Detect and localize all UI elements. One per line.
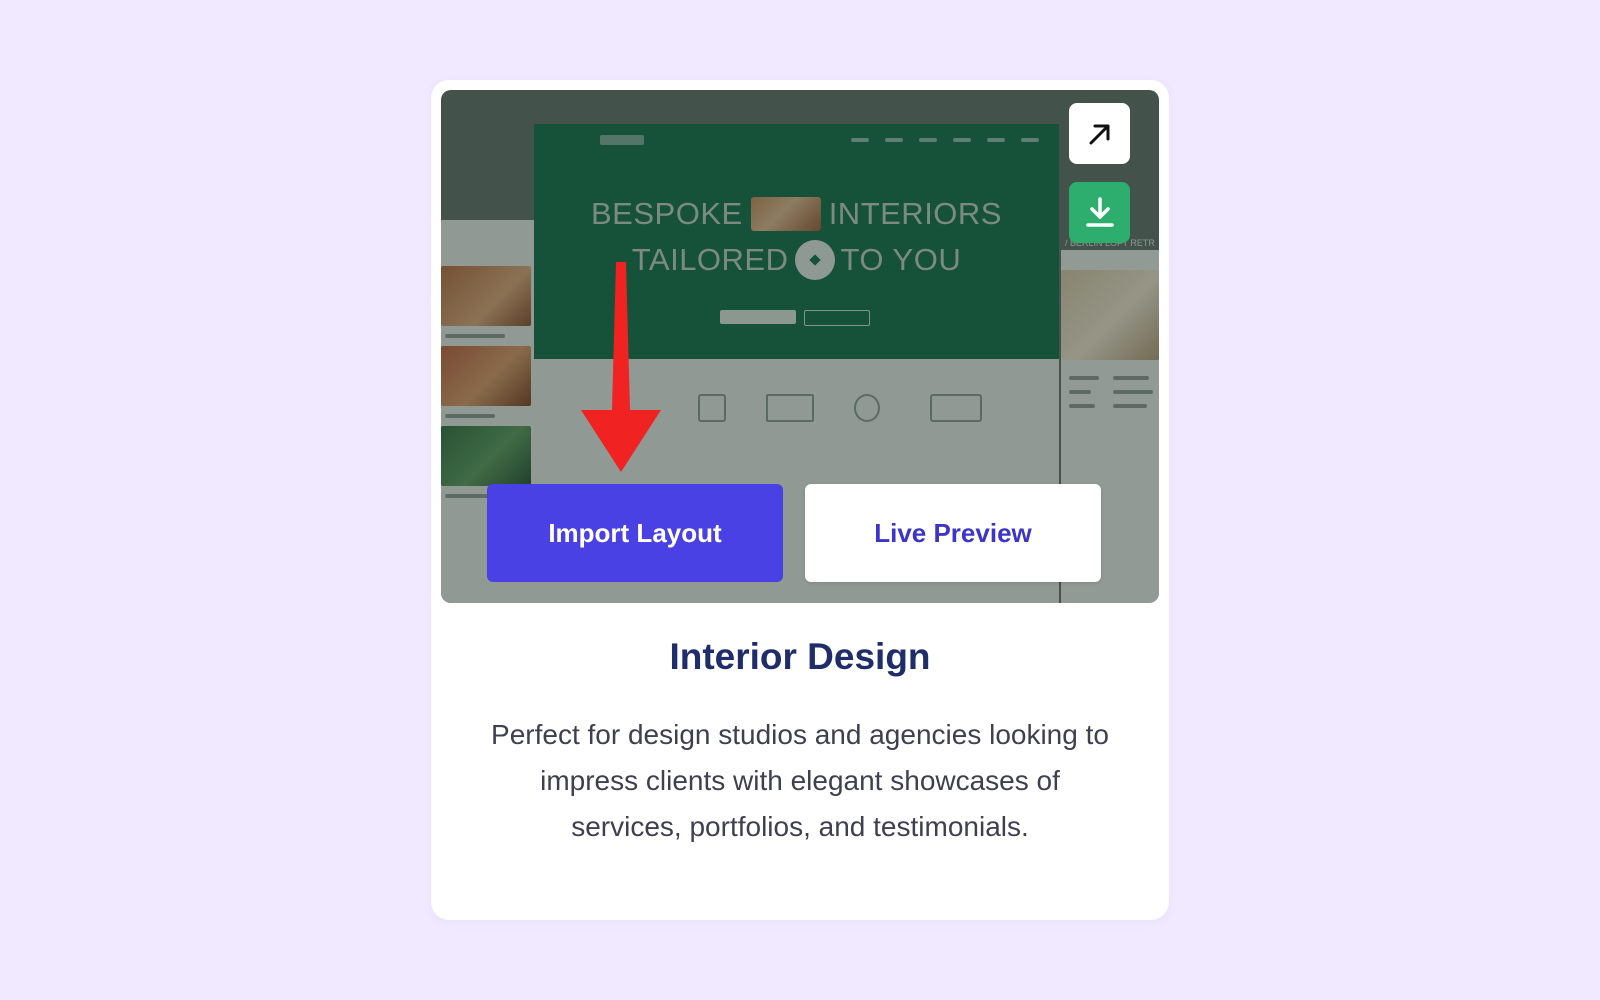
template-preview-thumbnail[interactable]: / BERLIN LOFT RETR BESPOKE INTERIORS TAI… bbox=[441, 90, 1159, 603]
annotation-arrow-icon bbox=[581, 262, 661, 472]
download-button[interactable] bbox=[1069, 182, 1130, 243]
open-preview-button[interactable] bbox=[1069, 103, 1130, 164]
download-icon bbox=[1085, 196, 1114, 227]
template-card: / BERLIN LOFT RETR BESPOKE INTERIORS TAI… bbox=[431, 80, 1169, 920]
template-title: Interior Design bbox=[669, 636, 931, 677]
template-description: Perfect for design studios and agencies … bbox=[491, 719, 1109, 842]
live-preview-button[interactable]: Live Preview bbox=[805, 484, 1101, 582]
import-layout-button[interactable]: Import Layout bbox=[487, 484, 783, 582]
arrow-up-right-icon bbox=[1089, 124, 1109, 144]
